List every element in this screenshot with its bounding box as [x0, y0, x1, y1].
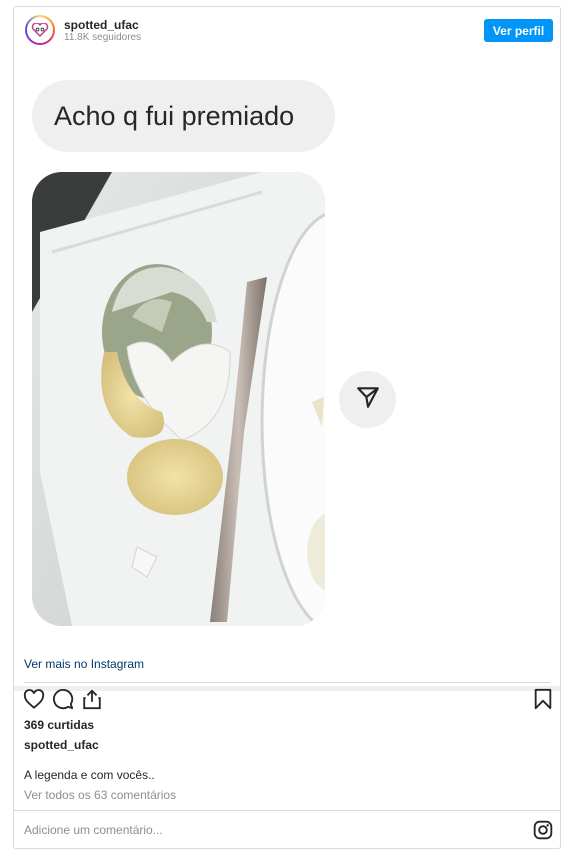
username[interactable]: spotted_ufac	[64, 18, 139, 32]
post-media[interactable]: Acho q fui premiado	[14, 53, 560, 691]
avatar-logo-icon	[27, 17, 53, 43]
send-button[interactable]	[339, 371, 396, 428]
message-text: Acho q fui premiado	[54, 100, 295, 131]
send-icon	[355, 384, 381, 415]
instagram-icon[interactable]	[532, 819, 554, 841]
bookmark-icon[interactable]	[532, 687, 554, 711]
instagram-embed: spotted_ufac 11.8K seguidores Ver perfil…	[13, 6, 561, 849]
message-bubble: Acho q fui premiado	[32, 80, 335, 152]
comment-input[interactable]	[24, 822, 504, 838]
view-more-link[interactable]: Ver mais no Instagram	[24, 657, 144, 671]
post-photo	[32, 172, 325, 626]
comment-icon[interactable]	[51, 688, 75, 710]
post-header: spotted_ufac 11.8K seguidores Ver perfil	[14, 7, 560, 53]
like-count[interactable]: 369 curtidas	[24, 718, 94, 732]
divider	[24, 682, 550, 683]
caption-text: A legenda e com vocês..	[24, 768, 155, 782]
caption-username[interactable]: spotted_ufac	[24, 738, 99, 752]
avatar[interactable]	[25, 15, 55, 45]
divider	[14, 810, 560, 811]
view-comments-link[interactable]: Ver todos os 63 comentários	[24, 788, 176, 802]
share-icon[interactable]	[80, 687, 104, 711]
view-profile-button[interactable]: Ver perfil	[484, 19, 553, 42]
heart-icon[interactable]	[22, 688, 46, 710]
follower-count: 11.8K seguidores	[64, 32, 142, 43]
